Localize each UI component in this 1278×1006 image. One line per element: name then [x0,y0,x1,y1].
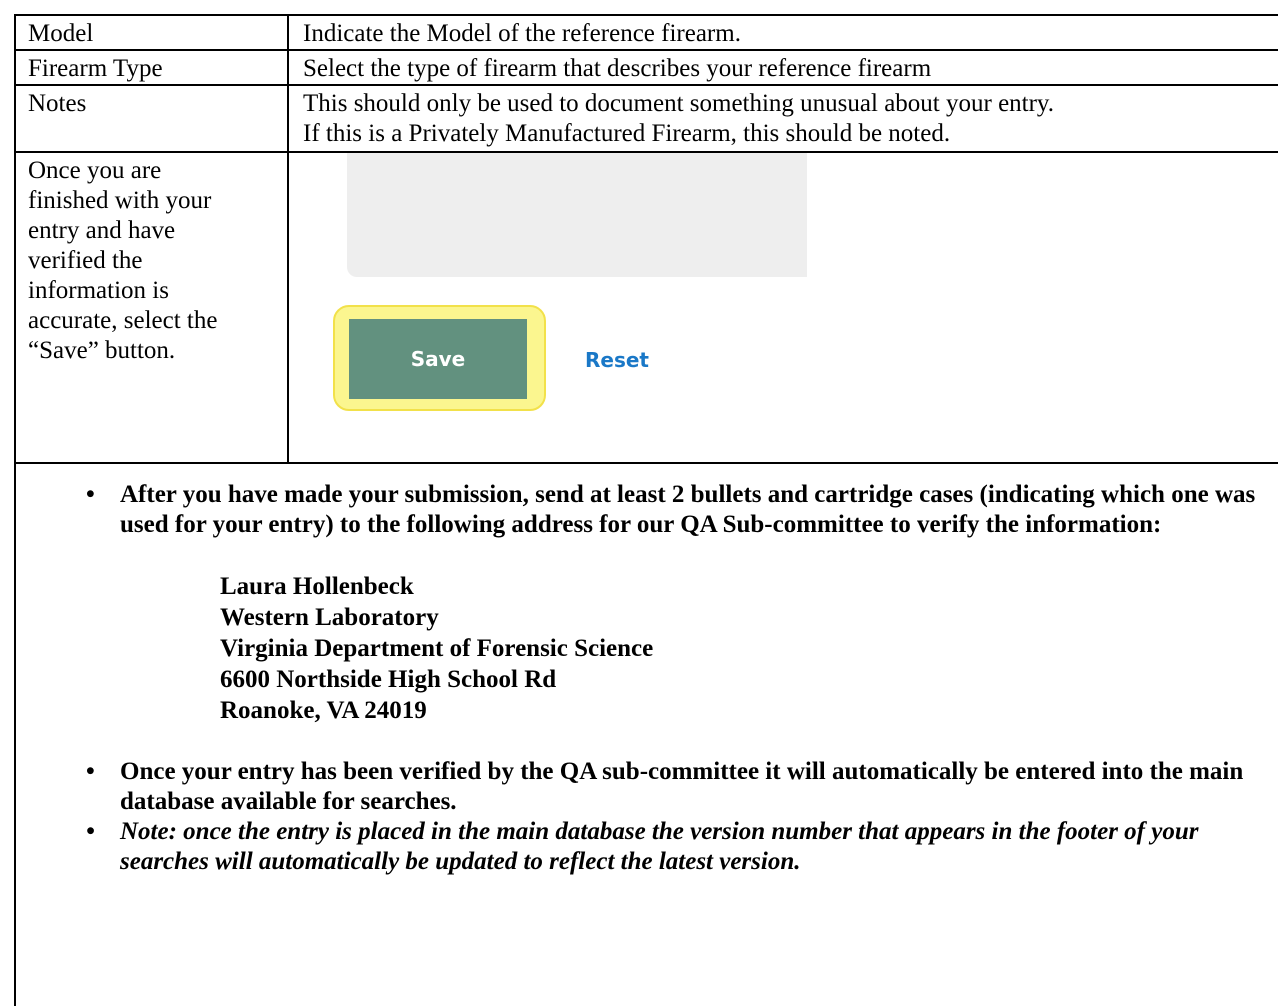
list-item-verified: • Once your entry has been verified by t… [16,757,1268,817]
list-item-note: • Note: once the entry is placed in the … [16,817,1268,877]
table-row-firearm-type: Firearm Type Select the type of firearm … [14,49,1278,86]
field-label-model: Model [14,14,289,51]
notes-line-1: This should only be used to document som… [303,90,1055,117]
instruction-line: finished with your [28,187,212,214]
table-row-notes: Notes This should only be used to docume… [14,84,1278,153]
field-description-firearm-type: Select the type of firearm that describe… [287,49,1278,86]
verified-text: Once your entry has been verified by the… [120,758,1244,815]
instruction-line: verified the [28,247,143,274]
table-row-submission: • After you have made your submission, s… [14,462,1278,1006]
field-label-firearm-type: Firearm Type [14,49,289,86]
instruction-line: entry and have [28,217,176,244]
address-line: Virginia Department of Forensic Science [220,635,654,662]
instruction-line: “Save” button. [28,337,176,364]
save-screenshot: Save Reset [287,151,1278,464]
table-row-model: Model Indicate the Model of the referenc… [14,14,1278,51]
notes-line-2: If this is a Privately Manufactured Fire… [303,120,951,147]
bullet-icon: • [86,758,95,785]
save-instructions: Once you are finished with your entry an… [14,151,289,464]
address-line: 6600 Northside High School Rd [220,666,557,693]
notes-textarea[interactable] [347,153,807,277]
document-page: Model Indicate the Model of the referenc… [0,0,1278,1006]
reset-link[interactable]: Reset [585,346,649,374]
save-button-highlight: Save [333,305,546,411]
field-instructions-table: Model Indicate the Model of the referenc… [14,14,1278,1006]
address-line: Western Laboratory [220,604,439,631]
mailing-address: Laura Hollenbeck Western Laboratory Virg… [16,571,1268,726]
address-line: Roanoke, VA 24019 [220,697,427,724]
instruction-line: information is [28,277,169,304]
instruction-line: Once you are [28,157,162,184]
list-item-submission: • After you have made your submission, s… [16,480,1268,540]
address-line: Laura Hollenbeck [220,573,414,600]
field-label-notes: Notes [14,84,289,153]
instruction-line: accurate, select the [28,307,218,334]
bullet-icon: • [86,818,95,845]
field-description-model: Indicate the Model of the reference fire… [287,14,1278,51]
field-description-notes: This should only be used to document som… [287,84,1278,153]
table-row-save: Once you are finished with your entry an… [14,151,1278,464]
submission-text: After you have made your submission, sen… [120,481,1256,538]
bullet-icon: • [86,481,95,508]
note-text: Note: once the entry is placed in the ma… [120,818,1199,875]
save-button[interactable]: Save [349,319,527,399]
submission-instructions: • After you have made your submission, s… [14,462,1278,1006]
